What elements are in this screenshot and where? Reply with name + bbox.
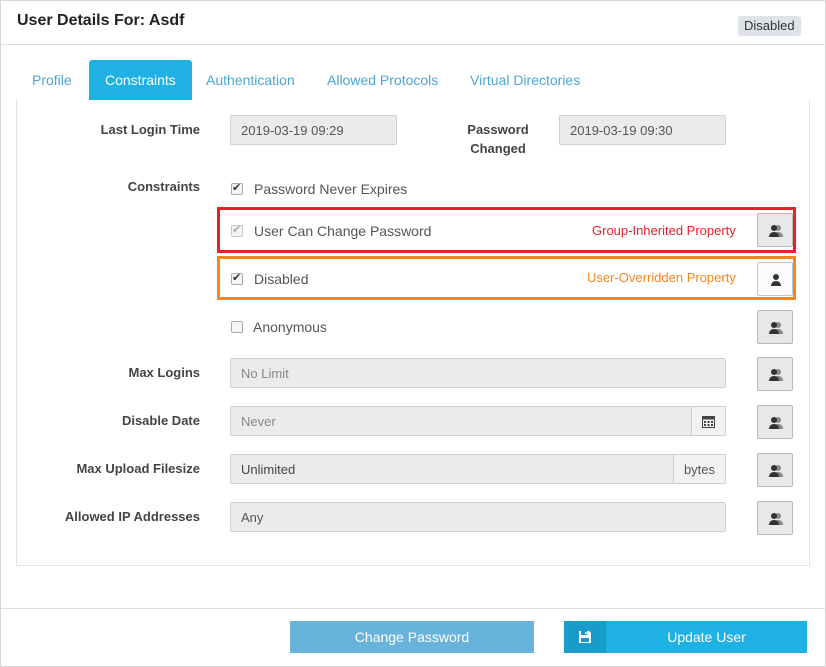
- anonymous-inherit-button[interactable]: [757, 310, 793, 344]
- user-can-change-password-label: User Can Change Password: [254, 223, 432, 239]
- users-icon: [769, 465, 783, 477]
- anonymous-checkbox[interactable]: [231, 321, 243, 333]
- tab-constraints[interactable]: Constraints: [89, 60, 192, 100]
- anonymous-label: Anonymous: [253, 319, 327, 335]
- status-badge: Disabled: [738, 16, 801, 36]
- max-logins-inherit-button[interactable]: [757, 357, 793, 391]
- user-overridden-note: User-Overridden Property: [587, 270, 736, 285]
- calendar-icon: [702, 416, 715, 428]
- save-icon: [579, 631, 591, 643]
- password-never-expires-label: Password Never Expires: [254, 181, 408, 197]
- tab-authentication[interactable]: Authentication: [190, 60, 311, 100]
- disabled-label: Disabled: [254, 271, 309, 287]
- allowed-ip-input[interactable]: Any: [230, 502, 726, 532]
- password-changed-label-line2: Changed: [470, 141, 526, 156]
- tab-profile[interactable]: Profile: [16, 60, 88, 100]
- max-upload-filesize-label: Max Upload Filesize: [76, 461, 200, 476]
- override-toggle-button[interactable]: [757, 262, 793, 296]
- last-login-label: Last Login Time: [100, 122, 200, 137]
- footer-divider: [1, 608, 825, 609]
- max-logins-input[interactable]: No Limit: [230, 358, 726, 388]
- page-title: User Details For: Asdf: [17, 12, 185, 29]
- password-changed-label-line1: Password: [467, 122, 529, 137]
- inherit-toggle-button[interactable]: [757, 213, 793, 247]
- update-user-button[interactable]: Update User: [564, 621, 807, 653]
- disabled-checkbox[interactable]: [231, 271, 243, 285]
- max-upload-inherit-button[interactable]: [757, 453, 793, 487]
- disable-date-input[interactable]: Never: [230, 406, 692, 436]
- max-upload-filesize-input[interactable]: Unlimited: [230, 454, 674, 484]
- tab-virtual-directories[interactable]: Virtual Directories: [454, 60, 596, 100]
- disable-date-inherit-button[interactable]: [757, 405, 793, 439]
- allowed-ip-inherit-button[interactable]: [757, 501, 793, 535]
- password-never-expires-checkbox[interactable]: [231, 181, 243, 195]
- user-icon: [771, 274, 781, 286]
- allowed-ip-label: Allowed IP Addresses: [64, 509, 200, 524]
- calendar-button[interactable]: [691, 406, 726, 436]
- users-icon: [769, 322, 783, 334]
- users-icon: [769, 513, 783, 525]
- tab-allowed-protocols[interactable]: Allowed Protocols: [311, 60, 454, 100]
- constraints-panel: [16, 99, 810, 566]
- bytes-unit-addon: bytes: [673, 454, 726, 484]
- users-icon: [769, 417, 783, 429]
- disable-date-label: Disable Date: [121, 413, 200, 428]
- password-changed-field[interactable]: 2019-03-19 09:30: [559, 115, 726, 145]
- users-icon: [769, 225, 783, 237]
- last-login-field[interactable]: 2019-03-19 09:29: [230, 115, 397, 145]
- update-user-label: Update User: [667, 629, 746, 645]
- group-inherited-note: Group-Inherited Property: [592, 223, 736, 238]
- header: User Details For: Asdf Disabled: [1, 1, 825, 45]
- constraints-label: Constraints: [127, 179, 200, 194]
- save-icon-segment: [564, 621, 606, 653]
- max-logins-label: Max Logins: [128, 365, 200, 380]
- user-can-change-password-checkbox[interactable]: [231, 223, 243, 237]
- change-password-button[interactable]: Change Password: [290, 621, 534, 653]
- users-icon: [769, 369, 783, 381]
- password-changed-label: Password Changed: [452, 122, 544, 156]
